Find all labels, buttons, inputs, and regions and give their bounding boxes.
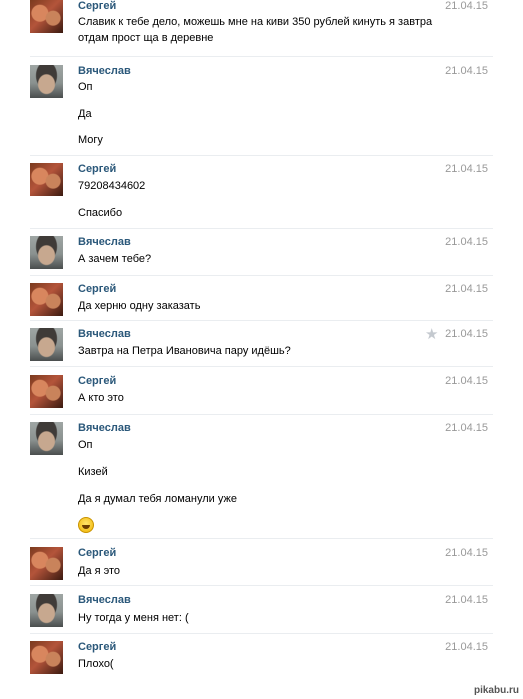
message-date[interactable]: 21.04.15 [445, 236, 488, 248]
avatar[interactable] [30, 547, 63, 580]
divider [30, 275, 493, 276]
author-name[interactable]: Сергей [78, 163, 116, 175]
message-text: Оп [78, 81, 93, 93]
avatar[interactable] [30, 65, 63, 98]
message-text: Могу [78, 134, 103, 146]
divider [30, 585, 493, 586]
star-icon[interactable]: ★ [425, 325, 438, 343]
divider [30, 414, 493, 415]
avatar[interactable] [30, 641, 63, 674]
avatar[interactable] [30, 283, 63, 316]
message-text: А зачем тебе? [78, 253, 152, 265]
message-date[interactable]: 21.04.15 [445, 375, 488, 387]
message-date[interactable]: 21.04.15 [445, 0, 488, 12]
avatar[interactable] [30, 422, 63, 455]
avatar[interactable] [30, 328, 63, 361]
divider [30, 366, 493, 367]
avatar[interactable] [30, 236, 63, 269]
message-date[interactable]: 21.04.15 [445, 65, 488, 77]
message-text: Ну тогда у меня нет: ( [78, 612, 189, 624]
message-text: Да [78, 108, 92, 120]
message-date[interactable]: 21.04.15 [445, 547, 488, 559]
avatar[interactable] [30, 594, 63, 627]
message-text: Завтра на Петра Ивановича пару идёшь? [78, 345, 291, 357]
author-name[interactable]: Вячеслав [78, 328, 131, 340]
author-name[interactable]: Вячеслав [78, 594, 131, 606]
message-date[interactable]: 21.04.15 [445, 328, 488, 340]
message-text: отдам прост ща в деревне [78, 32, 214, 44]
divider [30, 228, 493, 229]
author-name[interactable]: Вячеслав [78, 422, 131, 434]
author-name[interactable]: Сергей [78, 283, 116, 295]
message-date[interactable]: 21.04.15 [445, 422, 488, 434]
divider [30, 155, 493, 156]
message-text: А кто это [78, 392, 124, 404]
watermark: pikabu.ru [473, 685, 519, 696]
message-date[interactable]: 21.04.15 [445, 283, 488, 295]
message-text: Да я думал тебя ломанули уже [78, 493, 237, 505]
avatar[interactable] [30, 163, 63, 196]
avatar[interactable] [30, 0, 63, 33]
message-text: Кизей [78, 466, 108, 478]
message-date[interactable]: 21.04.15 [445, 594, 488, 606]
message-text: Оп [78, 439, 93, 451]
message-text: 79208434602 [78, 180, 146, 192]
author-name[interactable]: Сергей [78, 547, 116, 559]
message-date[interactable]: 21.04.15 [445, 163, 488, 175]
divider [30, 633, 493, 634]
divider [30, 538, 493, 539]
author-name[interactable]: Сергей [78, 0, 116, 12]
message-text: Да я это [78, 565, 121, 577]
divider [30, 320, 493, 321]
author-name[interactable]: Вячеслав [78, 65, 131, 77]
message-text: Плохо( [78, 658, 114, 670]
author-name[interactable]: Вячеслав [78, 236, 131, 248]
message-history: Сергей 21.04.15 Славик к тебе дело, може… [0, 0, 523, 699]
divider [30, 56, 493, 57]
smiley-icon [78, 517, 94, 533]
author-name[interactable]: Сергей [78, 375, 116, 387]
message-date[interactable]: 21.04.15 [445, 641, 488, 653]
message-text: Спасибо [78, 207, 123, 219]
author-name[interactable]: Сергей [78, 641, 116, 653]
avatar[interactable] [30, 375, 63, 408]
message-text: Да херню одну заказать [78, 300, 201, 312]
message-text: Славик к тебе дело, можешь мне на киви 3… [78, 16, 433, 28]
